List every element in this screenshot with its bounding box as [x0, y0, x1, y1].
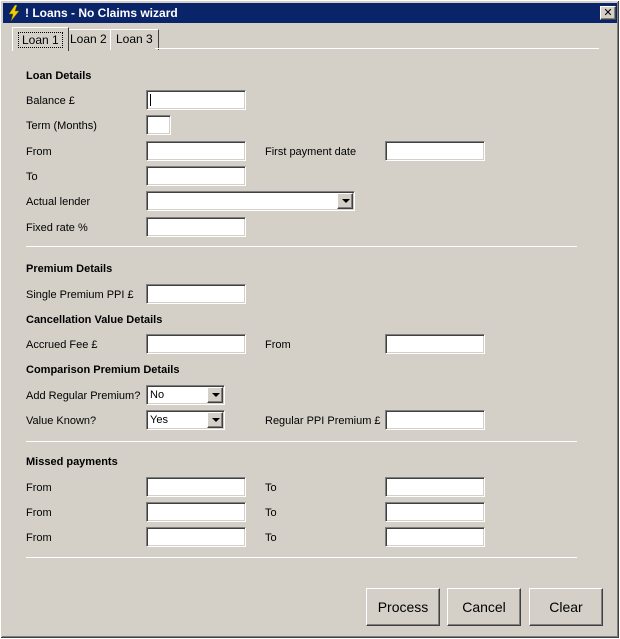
single-premium-input[interactable] [146, 284, 246, 304]
regular-ppi-input[interactable] [385, 410, 485, 430]
dropdown-button[interactable] [207, 387, 223, 403]
missed-from-input-3[interactable] [146, 527, 246, 547]
missed-to-input-3[interactable] [385, 527, 485, 547]
value-known-select[interactable]: Yes [146, 410, 225, 430]
comparison-header: Comparison Premium Details [26, 364, 180, 376]
single-premium-label: Single Premium PPI £ [26, 289, 134, 301]
cancellation-from-label: From [265, 339, 291, 351]
chevron-down-icon [212, 418, 220, 422]
value-known-value: Yes [150, 414, 168, 426]
missed-to-input-1[interactable] [385, 477, 485, 497]
dropdown-button[interactable] [337, 193, 353, 209]
add-regular-label: Add Regular Premium? [26, 390, 141, 402]
loan-from-input[interactable] [146, 141, 246, 161]
value-known-label: Value Known? [26, 415, 97, 427]
missed-to-label: To [265, 532, 277, 544]
chevron-down-icon [342, 199, 350, 203]
missed-payments-header: Missed payments [26, 456, 118, 468]
loan-to-input[interactable] [146, 166, 246, 186]
chevron-down-icon [212, 393, 220, 397]
to-label: To [26, 171, 38, 183]
premium-details-header: Premium Details [26, 263, 113, 275]
fixed-rate-label: Fixed rate % [26, 222, 88, 234]
cancel-button[interactable]: Cancel [447, 588, 521, 626]
missed-to-label: To [265, 482, 277, 494]
add-regular-select[interactable]: No [146, 385, 225, 405]
missed-to-input-2[interactable] [385, 502, 485, 522]
first-payment-input[interactable] [385, 141, 485, 161]
missed-from-label: From [26, 482, 52, 494]
tab-loan-2[interactable]: Loan 2 [64, 29, 113, 50]
accrued-fee-input[interactable] [146, 334, 246, 354]
lightning-icon [8, 5, 20, 21]
fixed-rate-input[interactable] [146, 217, 246, 237]
lender-label: Actual lender [26, 196, 91, 208]
balance-input[interactable] [146, 90, 246, 110]
term-input[interactable] [146, 115, 171, 135]
tab-label: Loan 2 [70, 32, 107, 46]
text-caret [150, 94, 151, 106]
missed-to-label: To [265, 507, 277, 519]
missed-from-input-2[interactable] [146, 502, 246, 522]
add-regular-value: No [150, 389, 165, 401]
tab-loan-1[interactable]: Loan 1 [12, 27, 69, 51]
loan-details-header: Loan Details [26, 70, 92, 82]
term-label: Term (Months) [26, 120, 97, 132]
missed-from-input-1[interactable] [146, 477, 246, 497]
title-bar[interactable]: ! Loans - No Claims wizard ✕ [3, 3, 617, 23]
cancellation-header: Cancellation Value Details [26, 314, 163, 326]
regular-ppi-label: Regular PPI Premium £ [265, 415, 381, 427]
from-label: From [26, 146, 52, 158]
section-divider [26, 441, 577, 442]
missed-from-label: From [26, 507, 52, 519]
close-icon: ✕ [603, 7, 613, 19]
dropdown-button[interactable] [207, 412, 223, 428]
cancellation-from-input[interactable] [385, 334, 485, 354]
tab-label: Loan 1 [18, 32, 63, 48]
process-button[interactable]: Process [366, 588, 440, 626]
wizard-window: ! Loans - No Claims wizard ✕ Loan 1 Loan… [0, 0, 620, 639]
tab-label: Loan 3 [116, 32, 153, 46]
missed-from-label: From [26, 532, 52, 544]
window-title: ! Loans - No Claims wizard [25, 6, 178, 20]
close-button[interactable]: ✕ [600, 6, 616, 20]
section-divider [26, 557, 577, 558]
first-payment-label: First payment date [265, 146, 357, 158]
clear-button[interactable]: Clear [529, 588, 603, 626]
lender-select[interactable] [146, 191, 355, 211]
section-divider [26, 246, 577, 247]
tab-loan-3[interactable]: Loan 3 [110, 29, 159, 50]
balance-label: Balance £ [26, 95, 75, 107]
tab-strip-divider [155, 48, 599, 49]
accrued-fee-label: Accrued Fee £ [26, 339, 98, 351]
